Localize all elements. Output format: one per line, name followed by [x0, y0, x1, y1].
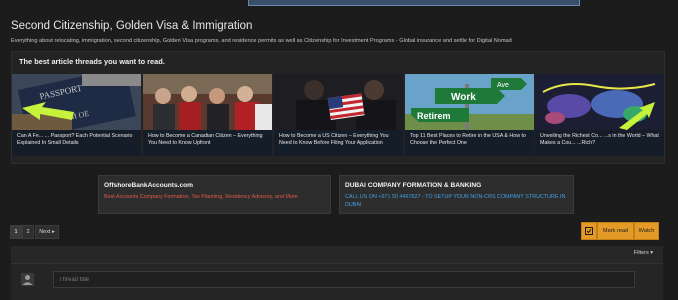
thread-title-input[interactable]: [53, 271, 635, 288]
featured-card[interactable]: How to Become a US Citizen – Everything …: [274, 74, 403, 156]
ad-dubai-company-formation[interactable]: DUBAI COMPANY FORMATION & BANKING CALL U…: [339, 175, 574, 214]
card-title: How to Become a US Citizen – Everything …: [279, 133, 389, 146]
ad-offshorebankaccounts[interactable]: OffshoreBankAccounts.com Best Accounts C…: [98, 175, 331, 214]
forum-description: Everything about relocating, immigration…: [11, 38, 512, 44]
featured-heading: The best article threads you want to rea…: [19, 57, 165, 66]
card-title: Can A Fe... ... Passport? Each Potential…: [17, 133, 133, 146]
new-thread-row: [11, 264, 663, 300]
featured-card[interactable]: How to Become a Canadian Citizen – Every…: [143, 74, 272, 156]
svg-text:Ave: Ave: [497, 82, 509, 89]
card-thumbnail: [535, 74, 664, 130]
featured-card[interactable]: Work Retirem Ave Top 11 Best Places to R…: [405, 74, 534, 156]
forum-title: Second Citizenship, Golden Visa & Immigr…: [11, 20, 253, 32]
card-thumbnail: [274, 74, 403, 130]
next-page-button[interactable]: Next ▸: [35, 225, 59, 239]
card-thumbnail: PASSPORT PLOM OE: [12, 74, 141, 130]
svg-text:Work: Work: [451, 92, 476, 103]
card-caption: Unveiling the Richest Co... ...s in the …: [535, 130, 664, 156]
avatar: [21, 273, 34, 286]
svg-text:Retirem: Retirem: [417, 111, 451, 121]
card-thumbnail: Work Retirem Ave: [405, 74, 534, 130]
mark-read-icon[interactable]: [581, 222, 597, 240]
ad-title: DUBAI COMPANY FORMATION & BANKING: [345, 182, 482, 189]
card-title: Top 11 Best Places to Retire in the USA …: [410, 133, 526, 146]
card-title: How to Become a Canadian Citizen – Every…: [148, 133, 263, 146]
featured-card[interactable]: Unveiling the Richest Co... ...s in the …: [535, 74, 664, 156]
card-title: Unveiling the Richest Co... ...s in the …: [540, 133, 659, 146]
top-banner-ad[interactable]: [248, 0, 580, 6]
ad-tagline: CALL US ON +971 50 4467827 - TO SETUP YO…: [345, 194, 566, 208]
featured-card[interactable]: PASSPORT PLOM OE Can A Fe... ... Passpor…: [12, 74, 141, 156]
featured-cards: PASSPORT PLOM OE Can A Fe... ... Passpor…: [12, 74, 664, 156]
card-caption: How to Become a Canadian Citizen – Every…: [143, 130, 272, 156]
filters-dropdown[interactable]: Filters ▾: [634, 250, 653, 256]
page-link-2[interactable]: 2: [22, 225, 34, 239]
featured-threads: The best article threads you want to rea…: [11, 51, 665, 164]
card-thumbnail: [143, 74, 272, 130]
card-caption: How to Become a US Citizen – Everything …: [274, 130, 403, 156]
thread-list-header: Filters ▾: [11, 246, 663, 264]
watch-button[interactable]: Watch: [634, 222, 659, 240]
page-link-1[interactable]: 1: [10, 225, 22, 239]
ad-tagline: Best Accounts Company Formation, Tax Pla…: [104, 194, 298, 200]
card-caption: Can A Fe... ... Passport? Each Potential…: [12, 130, 141, 156]
mark-read-button[interactable]: Mark read: [597, 222, 634, 240]
card-caption: Top 11 Best Places to Retire in the USA …: [405, 130, 534, 156]
ad-title: OffshoreBankAccounts.com: [104, 182, 194, 189]
